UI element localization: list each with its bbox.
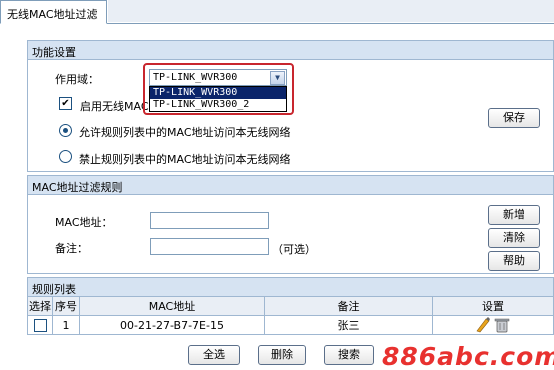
allow-label: 允许规则列表中的MAC地址访问本无线网络 [79, 126, 291, 139]
column-select: 选择 [27, 296, 53, 316]
search-button[interactable]: 搜索 [324, 345, 374, 365]
save-button[interactable]: 保存 [488, 108, 540, 128]
deny-radio[interactable] [59, 150, 72, 163]
delete-button[interactable]: 删除 [258, 345, 306, 365]
deny-label: 禁止规则列表中的MAC地址访问本无线网络 [79, 153, 291, 166]
rule-section-panel [27, 194, 554, 274]
note-input[interactable] [150, 238, 269, 255]
select-all-button[interactable]: 全选 [188, 345, 240, 365]
mac-label: MAC地址： [55, 216, 113, 229]
table-row: 1 00-21-27-B7-7E-15 张三 [27, 315, 554, 335]
row-actions [476, 317, 510, 333]
enable-filter-checkbox[interactable]: ✔ [59, 97, 72, 110]
row-settings-cell [432, 315, 554, 335]
function-section-header: 功能设置 [27, 40, 554, 60]
row-select-checkbox[interactable] [33, 318, 47, 332]
row-index: 1 [52, 315, 80, 335]
allow-radio[interactable] [59, 124, 72, 137]
column-settings: 设置 [432, 296, 554, 316]
row-mac: 00-21-27-B7-7E-15 [79, 315, 265, 335]
optional-hint: （可选） [272, 243, 316, 256]
row-note: 张三 [264, 315, 433, 335]
clear-button[interactable]: 清除 [488, 228, 540, 248]
mac-input[interactable] [150, 212, 269, 229]
note-label: 备注： [55, 242, 88, 255]
edit-icon[interactable] [476, 317, 490, 333]
rule-table: 选择 序号 MAC地址 备注 设置 1 00-21-27-B7-7E-15 张三 [27, 296, 554, 335]
column-mac: MAC地址 [79, 296, 265, 316]
tab-wireless-mac-filter[interactable]: 无线MAC地址过滤 [0, 0, 107, 24]
column-index: 序号 [52, 296, 80, 316]
row-select-cell [27, 315, 53, 335]
watermark: 886abc.com [382, 342, 554, 370]
rule-table-header-row: 选择 序号 MAC地址 备注 设置 [27, 296, 554, 316]
column-note: 备注 [264, 296, 433, 316]
rule-list-header: 规则列表 [27, 277, 554, 297]
trash-icon[interactable] [494, 318, 510, 333]
tab-bar-fill [108, 0, 554, 22]
help-button[interactable]: 帮助 [488, 251, 540, 271]
tab-bar: 无线MAC地址过滤 [0, 0, 554, 24]
highlight-box [143, 63, 294, 115]
scope-label: 作用域： [55, 73, 99, 86]
add-button[interactable]: 新增 [488, 205, 540, 225]
rule-section-header: MAC地址过滤规则 [27, 175, 554, 195]
